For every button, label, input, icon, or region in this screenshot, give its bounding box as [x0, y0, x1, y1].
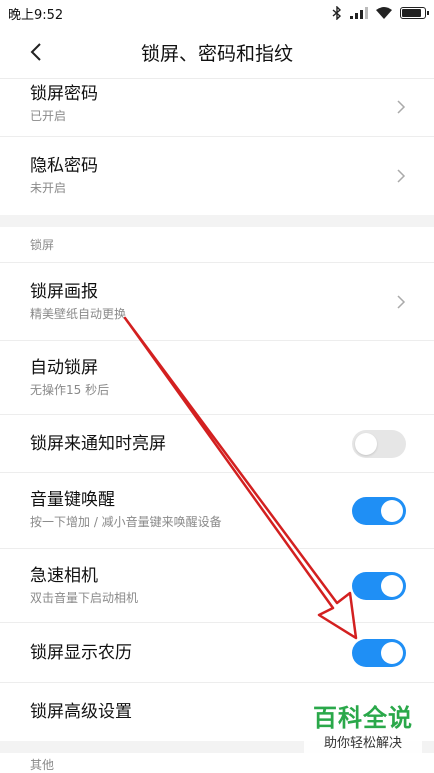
item-subtitle: 未开启: [30, 181, 67, 195]
lunar-calendar-toggle[interactable]: [352, 638, 406, 667]
item-title: 锁屏密码: [30, 84, 98, 104]
quick-camera-toggle[interactable]: [352, 571, 406, 600]
section-header-lockscreen: 锁屏: [0, 227, 434, 263]
section-divider: [0, 215, 434, 227]
item-subtitle: 精美壁纸自动更换: [30, 307, 127, 321]
wifi-icon: [376, 7, 392, 19]
item-title: 隐私密码: [30, 156, 98, 176]
settings-list: 锁屏密码 已开启 隐私密码 未开启 锁屏 锁屏画报 精美壁纸自动更换 自动锁屏 …: [0, 78, 434, 753]
list-item-privacy-password[interactable]: 隐私密码 未开启: [0, 137, 434, 215]
status-time: 晚上9:52: [8, 7, 64, 23]
page-title: 锁屏、密码和指纹: [140, 42, 293, 65]
chevron-right-icon: [397, 294, 406, 309]
chevron-right-icon: [397, 169, 406, 183]
item-subtitle: 已开启: [30, 109, 67, 123]
wake-on-notification-toggle[interactable]: [352, 429, 406, 458]
volume-key-wake-toggle[interactable]: [352, 496, 406, 525]
list-item-wake-on-notification: 锁屏来通知时亮屏: [0, 415, 434, 473]
chevron-right-icon: [397, 100, 406, 114]
list-item-quick-camera: 急速相机 双击音量下启动相机: [0, 549, 434, 623]
list-item-lock-password[interactable]: 锁屏密码 已开启: [0, 78, 434, 137]
item-title: 锁屏画报: [30, 282, 98, 302]
item-title: 自动锁屏: [30, 358, 98, 378]
list-item-lunar-calendar: 锁屏显示农历: [0, 623, 434, 683]
back-button[interactable]: [20, 36, 52, 68]
item-subtitle: 无操作15 秒后: [30, 383, 110, 397]
watermark-logo: 百科全说 助你轻松解决: [304, 702, 422, 764]
watermark-main-text: 百科全说: [313, 704, 413, 732]
bluetooth-icon: [332, 6, 342, 20]
status-bar: 晚上9:52: [0, 0, 434, 26]
list-item-volume-key-wake: 音量键唤醒 按一下增加 / 减小音量键来唤醒设备: [0, 473, 434, 549]
back-arrow-icon: [30, 43, 41, 61]
signal-icon: [350, 7, 368, 19]
list-item-auto-lock[interactable]: 自动锁屏 无操作15 秒后: [0, 341, 434, 415]
nav-bar: 锁屏、密码和指纹: [0, 26, 434, 79]
watermark-sub-text: 助你轻松解决: [323, 736, 402, 751]
list-item-lockscreen-wallpaper[interactable]: 锁屏画报 精美壁纸自动更换: [0, 263, 434, 341]
battery-icon: [400, 7, 429, 19]
section-header-other: 其他: [30, 758, 55, 772]
status-icons: [332, 6, 429, 20]
